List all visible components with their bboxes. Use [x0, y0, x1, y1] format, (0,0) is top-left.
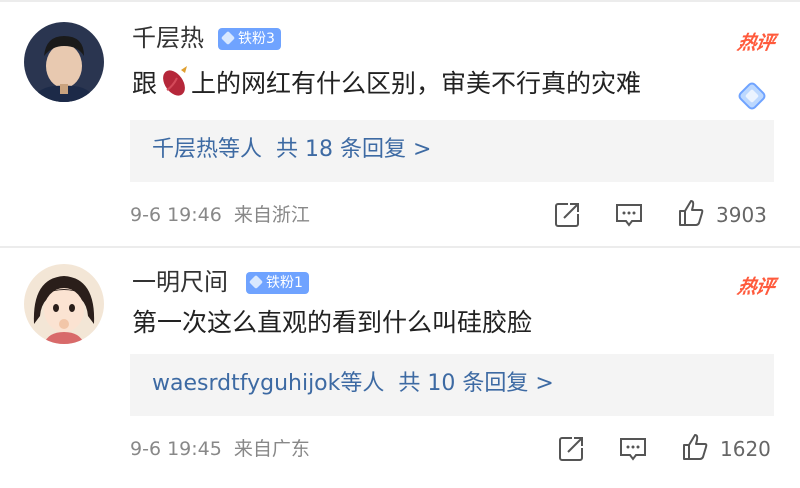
comment-location: 来自广东: [233, 438, 310, 460]
comment-icon[interactable]: [614, 200, 644, 230]
reply-count-link[interactable]: 共 10 条回复 >: [398, 371, 553, 396]
comment-meta: 9-6 19:46 来自浙江: [130, 202, 310, 228]
sweet-potato-icon: [157, 64, 191, 98]
fan-badge: 铁粉3: [218, 28, 281, 50]
comment-text: 第一次这么直观的看到什么叫硅胶脸: [132, 308, 533, 337]
username[interactable]: 千层热: [132, 22, 204, 54]
comment-text: 跟上的网红有什么区别，审美不行真的灾难: [132, 64, 641, 101]
comment-time: 9-6 19:45: [130, 438, 222, 460]
hot-comment-label: 热评: [735, 32, 776, 54]
diamond-icon: [732, 76, 772, 116]
reply-summary[interactable]: waesrdtfyguhijok等人共 10 条回复 >: [130, 354, 774, 416]
share-icon[interactable]: [552, 200, 582, 230]
diamond-icon: [248, 274, 264, 290]
like-count: 3903: [716, 203, 767, 227]
username[interactable]: 一明尺间: [132, 266, 228, 298]
comment-location: 来自浙江: [233, 204, 310, 226]
comment-item: 一明尺间 铁粉1 热评 第一次这么直观的看到什么叫硅胶脸 waesrdtfygu…: [0, 248, 800, 488]
diamond-icon: [220, 30, 236, 46]
reply-names[interactable]: 千层热: [152, 137, 218, 162]
avatar[interactable]: [24, 264, 104, 344]
comment-icon[interactable]: [618, 434, 648, 464]
share-icon[interactable]: [556, 434, 586, 464]
reply-summary[interactable]: 千层热等人共 18 条回复 >: [130, 120, 774, 182]
reply-names[interactable]: waesrdtfyguhijok: [152, 371, 340, 396]
avatar[interactable]: [24, 22, 104, 102]
hot-comment-label: 热评: [735, 276, 776, 298]
fan-badge: 铁粉1: [246, 272, 309, 294]
comment-time: 9-6 19:46: [130, 204, 222, 226]
comment-meta: 9-6 19:45 来自广东: [130, 436, 310, 462]
like-icon[interactable]: [676, 198, 706, 228]
reply-count-link[interactable]: 共 18 条回复 >: [276, 137, 431, 162]
like-icon[interactable]: [680, 432, 710, 462]
like-count: 1620: [720, 437, 771, 461]
comment-item: 千层热 铁粉3 热评 跟上的网红有什么区别，审美不行真的灾难 千层热等人共 18…: [0, 0, 800, 246]
